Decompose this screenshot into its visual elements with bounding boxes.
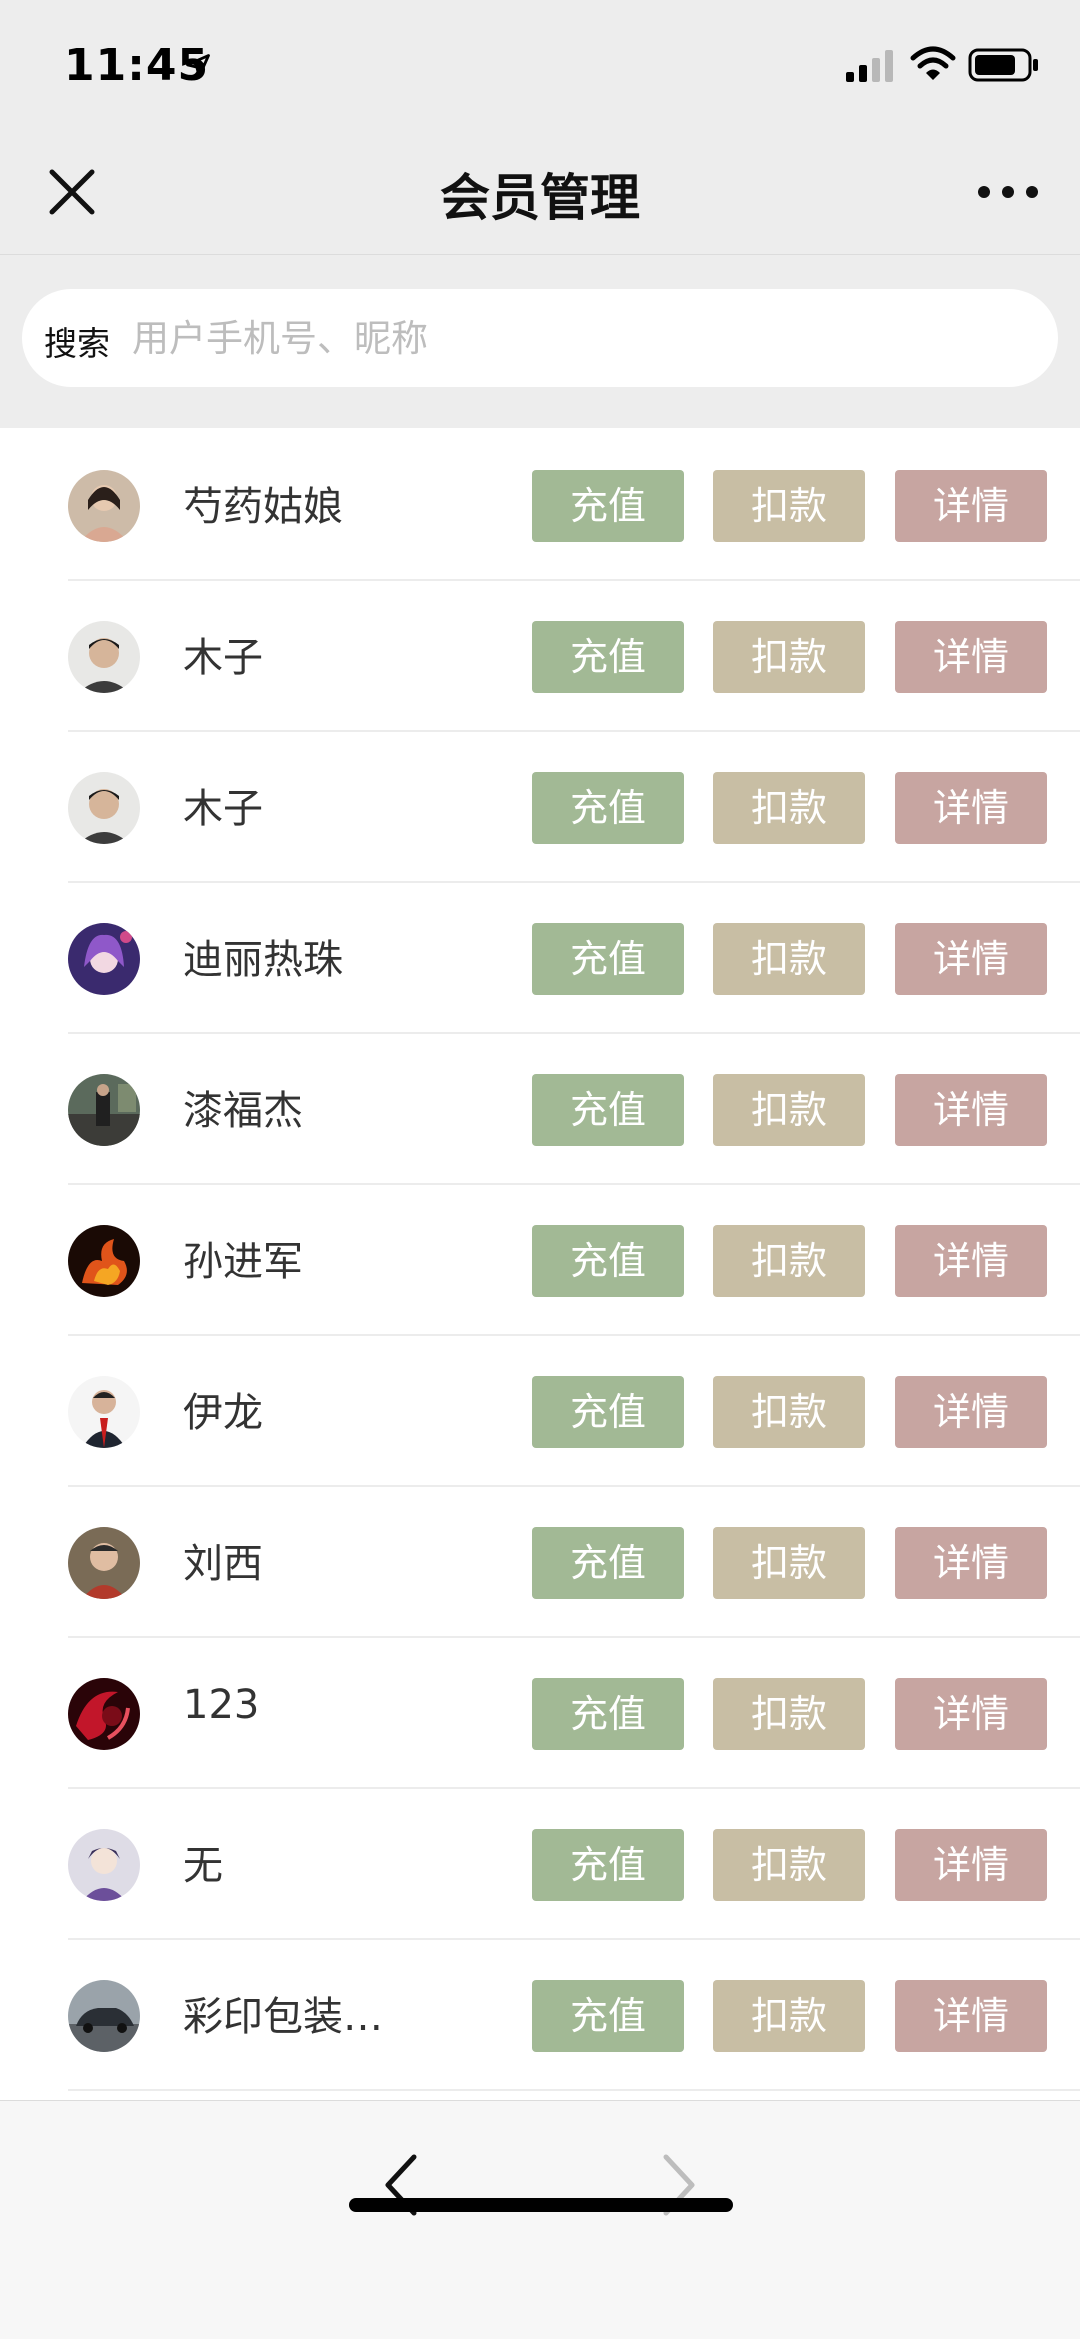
deduct-button[interactable]: 扣款 [713,1678,865,1750]
deduct-button[interactable]: 扣款 [713,621,865,693]
avatar [68,1980,140,2052]
status-bar: 11:45 [0,0,1080,130]
recharge-button[interactable]: 充值 [532,1225,684,1297]
avatar [68,1376,140,1448]
deduct-button[interactable]: 扣款 [713,1376,865,1448]
member-row: 孙进军 充值 扣款 详情 [0,1185,1080,1336]
detail-button[interactable]: 详情 [895,1829,1047,1901]
member-list: 芍药姑娘 充值 扣款 详情 木子 充值 扣款 详情 木子 充值 扣款 详情 迪丽热珠 充值 扣款 详情 漆福杰充… [0,428,1080,2100]
deduct-button[interactable]: 扣款 [713,1527,865,1599]
member-name: 木子 [183,786,263,832]
recharge-button[interactable]: 充值 [532,470,684,542]
forward-arrow-icon[interactable] [650,2143,710,2227]
recharge-button[interactable]: 充值 [532,1980,684,2052]
member-row: 木子 充值 扣款 详情 [0,732,1080,883]
detail-button[interactable]: 详情 [895,1225,1047,1297]
member-name: 漆福杰 [183,1088,303,1134]
deduct-button[interactable]: 扣款 [713,1225,865,1297]
deduct-button[interactable]: 扣款 [713,1980,865,2052]
member-row: 伊龙 充值 扣款 详情 [0,1336,1080,1487]
recharge-button[interactable]: 充值 [532,1678,684,1750]
member-name: 无 [183,1843,223,1889]
recharge-button[interactable]: 充值 [532,1376,684,1448]
member-name: 彩印包装… [183,1994,383,2040]
recharge-button[interactable]: 充值 [532,1829,684,1901]
detail-button[interactable]: 详情 [895,772,1047,844]
avatar [68,1074,140,1146]
search-area: 搜索 [0,255,1080,428]
detail-button[interactable]: 详情 [895,1376,1047,1448]
bottom-toolbar [0,2100,1080,2339]
member-name: 迪丽热珠 [183,937,343,983]
recharge-button[interactable]: 充值 [532,1074,684,1146]
member-row: 无 充值 扣款 详情 [0,1789,1080,1940]
member-row: 漆福杰 充值 扣款 详情 [0,1034,1080,1185]
battery-icon [968,48,1038,82]
back-arrow-icon[interactable] [370,2143,430,2227]
avatar [68,1829,140,1901]
member-name: 芍药姑娘 [183,484,343,530]
member-row: 芍药姑娘 充值 扣款 详情 [0,430,1080,581]
deduct-button[interactable]: 扣款 [713,1074,865,1146]
more-icon[interactable] [970,170,1050,214]
recharge-button[interactable]: 充值 [532,772,684,844]
avatar [68,772,140,844]
detail-button[interactable]: 详情 [895,1074,1047,1146]
avatar [68,923,140,995]
avatar [68,1527,140,1599]
member-name: 123 [183,1682,260,1728]
avatar [68,621,140,693]
detail-button[interactable]: 详情 [895,923,1047,995]
member-row: 123 充值 扣款 详情 [0,1638,1080,1789]
row-divider [68,2089,1080,2091]
deduct-button[interactable]: 扣款 [713,772,865,844]
detail-button[interactable]: 详情 [895,1678,1047,1750]
search-input[interactable] [130,307,1014,369]
member-name: 孙进军 [183,1239,303,1285]
deduct-button[interactable]: 扣款 [713,470,865,542]
avatar [68,470,140,542]
member-row: 彩印包装… 充值 扣款 详情 [0,1940,1080,2091]
search-label: 搜索 [44,324,110,363]
detail-button[interactable]: 详情 [895,470,1047,542]
nav-bar: 会员管理 [0,130,1080,255]
detail-button[interactable]: 详情 [895,1527,1047,1599]
recharge-button[interactable]: 充值 [532,1527,684,1599]
member-row: 迪丽热珠 充值 扣款 详情 [0,883,1080,1034]
recharge-button[interactable]: 充值 [532,621,684,693]
deduct-button[interactable]: 扣款 [713,923,865,995]
deduct-button[interactable]: 扣款 [713,1829,865,1901]
member-row: 刘西 充值 扣款 详情 [0,1487,1080,1638]
avatar [68,1225,140,1297]
member-name: 伊龙 [183,1390,263,1436]
search-box[interactable]: 搜索 [22,289,1058,387]
detail-button[interactable]: 详情 [895,1980,1047,2052]
location-arrow-icon [186,54,210,78]
member-name: 刘西 [183,1541,263,1587]
member-name: 木子 [183,635,263,681]
avatar [68,1678,140,1750]
detail-button[interactable]: 详情 [895,621,1047,693]
app-root: 11:45 会员管理 搜索 用户手机号、昵称 芍药姑娘 充值 扣款 详情 木子 … [0,0,1080,2339]
page-title: 会员管理 [440,169,640,227]
wifi-icon [910,46,956,80]
member-row: 木子 充值 扣款 详情 [0,581,1080,732]
signal-icon [846,50,893,82]
recharge-button[interactable]: 充值 [532,923,684,995]
home-indicator [349,2198,733,2212]
